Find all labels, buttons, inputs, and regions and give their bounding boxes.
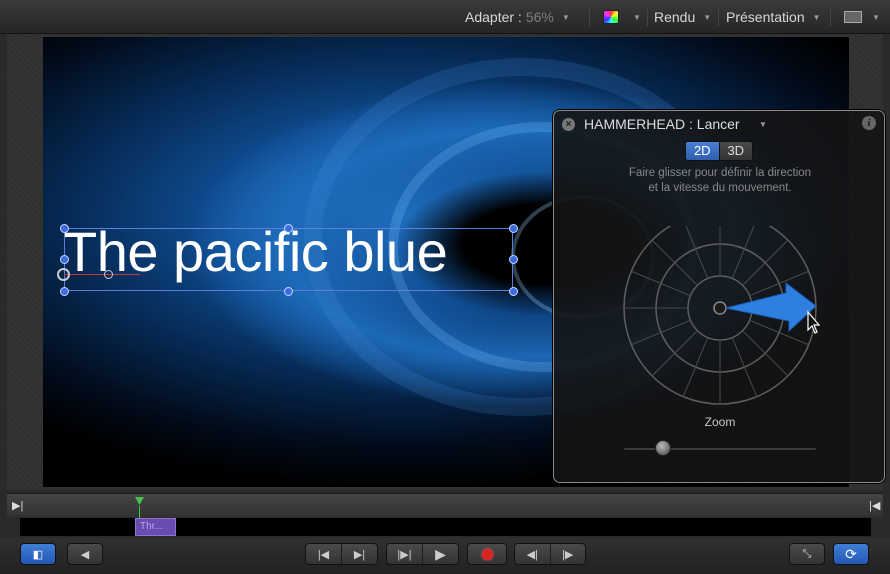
dial-spoke xyxy=(685,226,709,279)
previous-frame-button[interactable]: ◀| xyxy=(515,544,550,564)
view-label: Présentation xyxy=(726,9,805,25)
record-button[interactable] xyxy=(467,543,507,565)
hud-description-line: Faire glisser pour définir la direction xyxy=(628,167,812,179)
toolbar-divider xyxy=(830,8,831,26)
view-layout-menu[interactable]: ▼ xyxy=(844,7,880,27)
mode-2d-button[interactable]: 2D xyxy=(686,142,719,160)
resize-handle[interactable] xyxy=(509,287,518,296)
render-label: Rendu xyxy=(654,9,696,25)
timeline-icon: ◧ xyxy=(32,548,44,561)
go-to-start-end-group: |◀ ▶| xyxy=(305,543,378,565)
toolbar-divider xyxy=(647,8,648,26)
timeline-toggle-button[interactable]: ◧ xyxy=(20,543,56,565)
hud-title: HAMMERHEAD : Lancer xyxy=(584,116,740,132)
layout-icon xyxy=(844,11,862,23)
resize-handle[interactable] xyxy=(284,287,293,296)
mini-timeline-ruler[interactable]: ▶| |◀ xyxy=(7,493,883,518)
baseline-knob[interactable] xyxy=(104,270,113,279)
anchor-point[interactable] xyxy=(57,268,70,281)
mode-3d-button[interactable]: 3D xyxy=(718,142,752,160)
chevron-down-icon: ▼ xyxy=(561,12,570,22)
play-from-start-icon: |▶| xyxy=(397,548,412,561)
chevron-down-icon: ▼ xyxy=(633,12,641,22)
chevron-down-icon: ▼ xyxy=(872,12,880,22)
chevron-down-icon: ▼ xyxy=(812,12,821,22)
zoom-menu[interactable]: Adapter : 56% ▼ xyxy=(465,7,570,27)
playhead-icon[interactable] xyxy=(135,497,144,506)
previous-frame-icon: ◀| xyxy=(526,548,538,561)
dial-spoke xyxy=(651,239,698,286)
resize-handle[interactable] xyxy=(60,224,69,233)
view-menu[interactable]: Présentation ▼ xyxy=(726,7,821,27)
dial-spoke xyxy=(731,337,758,397)
render-menu[interactable]: Rendu ▼ xyxy=(654,7,711,27)
go-to-end-icon: ▶| xyxy=(353,548,366,561)
zoom-slider-track[interactable] xyxy=(624,447,816,450)
play-range-start-icon[interactable]: ▶| xyxy=(12,499,23,512)
close-icon[interactable]: × xyxy=(562,118,575,131)
zoom-value: 56% xyxy=(525,9,554,25)
dial-spoke xyxy=(631,319,691,346)
play-icon: ▶ xyxy=(435,545,446,562)
info-icon[interactable]: i xyxy=(862,116,876,130)
dial-spoke xyxy=(742,239,789,286)
top-toolbar: Adapter : 56% ▼ ▼ Rendu ▼ Présentation ▼… xyxy=(0,0,890,34)
resize-handle[interactable] xyxy=(284,224,293,233)
frame-step-group: ◀| |▶ xyxy=(514,543,586,565)
play-range-end-icon[interactable]: |◀ xyxy=(869,499,880,512)
chevron-down-icon[interactable]: ▼ xyxy=(759,120,767,129)
selection-bounding-box[interactable] xyxy=(64,228,513,291)
hud-description: Faire glisser pour définir la direction … xyxy=(584,166,856,196)
hud-description-line: et la vitesse du mouvement. xyxy=(648,182,792,194)
next-frame-button[interactable]: |▶ xyxy=(549,544,586,564)
play-button[interactable]: ▶ xyxy=(422,544,458,564)
record-icon xyxy=(481,548,493,560)
chevron-down-icon: ▼ xyxy=(703,12,712,22)
resize-handle[interactable] xyxy=(509,255,518,264)
dial-spoke xyxy=(682,337,709,397)
toolbar-divider xyxy=(718,8,719,26)
playhead-line xyxy=(139,506,140,518)
transport-bar: ◧ ◀ |◀ ▶| |▶| ▶ ◀| |▶ ⤡ ⟳ xyxy=(0,538,890,574)
zoom-label: Adapter : xyxy=(465,9,522,25)
timeline-clip[interactable]: Thr... xyxy=(135,518,176,536)
go-to-start-button[interactable]: |◀ xyxy=(306,544,341,564)
speaker-icon: ◀ xyxy=(80,548,90,561)
color-wheel-icon xyxy=(603,10,619,24)
play-from-start-button[interactable]: |▶| xyxy=(387,544,422,564)
baseline-guide xyxy=(64,274,140,275)
fullscreen-button[interactable]: ⤡ xyxy=(789,543,825,565)
dial-spoke xyxy=(731,226,755,279)
audio-toggle-button[interactable]: ◀ xyxy=(67,543,103,565)
next-frame-icon: |▶ xyxy=(562,548,574,561)
zoom-slider-label: Zoom xyxy=(704,415,736,429)
pointer-cursor-icon xyxy=(807,310,821,334)
hud-panel: × HAMMERHEAD : Lancer ▼ i 2D 3D Faire gl… xyxy=(553,110,885,483)
go-to-end-button[interactable]: ▶| xyxy=(341,544,377,564)
toolbar-divider xyxy=(589,8,590,26)
dimension-toggle: 2D 3D xyxy=(685,141,753,161)
resize-handle[interactable] xyxy=(60,255,69,264)
go-to-start-icon: |◀ xyxy=(317,548,330,561)
direction-dial[interactable] xyxy=(621,226,821,426)
arrow-icon[interactable] xyxy=(725,281,817,333)
play-group: |▶| ▶ xyxy=(386,543,459,565)
dial-spoke xyxy=(742,330,789,377)
dial-center xyxy=(713,301,727,315)
resize-handle[interactable] xyxy=(60,287,69,296)
zoom-slider-knob[interactable] xyxy=(655,440,671,456)
color-channels-menu[interactable]: ▼ xyxy=(603,7,641,27)
dial-spoke xyxy=(749,319,809,346)
loop-icon: ⟳ xyxy=(845,545,857,562)
expand-icon: ⤡ xyxy=(802,547,812,560)
loop-button[interactable]: ⟳ xyxy=(833,543,869,565)
dial-spoke xyxy=(631,270,691,297)
dial-spoke xyxy=(749,270,809,297)
dial-spoke xyxy=(651,330,698,377)
resize-handle[interactable] xyxy=(509,224,518,233)
